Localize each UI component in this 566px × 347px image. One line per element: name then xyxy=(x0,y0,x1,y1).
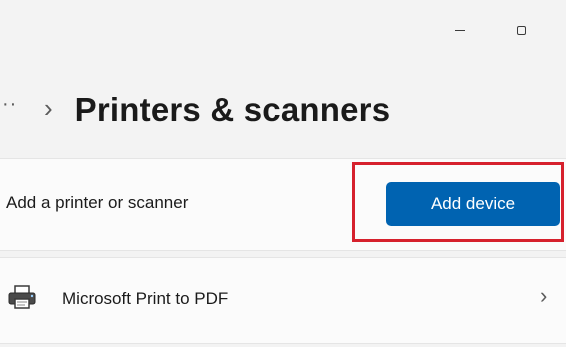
maximize-icon xyxy=(516,25,526,35)
settings-window: ·· › Printers & scanners Add a printer o… xyxy=(0,0,566,347)
list-item[interactable]: Microsoft Print to PDF › xyxy=(0,258,566,344)
minimize-icon xyxy=(455,29,465,31)
add-printer-label: Add a printer or scanner xyxy=(6,193,189,212)
device-name: Microsoft Print to PDF xyxy=(62,289,229,308)
page-title: Printers & scanners xyxy=(74,91,391,128)
chevron-right-icon: › xyxy=(540,283,548,308)
title-bar xyxy=(0,0,566,60)
printer-icon xyxy=(8,285,36,309)
breadcrumb-more-button[interactable]: ·· xyxy=(2,94,24,114)
add-device-button[interactable]: Add device xyxy=(386,182,560,226)
chevron-right-icon: › xyxy=(44,93,53,123)
maximize-button[interactable] xyxy=(498,14,544,46)
minimize-button[interactable] xyxy=(437,14,483,46)
breadcrumb: ·· › Printers & scanners xyxy=(0,82,390,138)
add-printer-card: Add a printer or scanner Add device xyxy=(0,158,566,251)
device-card: Microsoft Print to PDF › xyxy=(0,257,566,344)
